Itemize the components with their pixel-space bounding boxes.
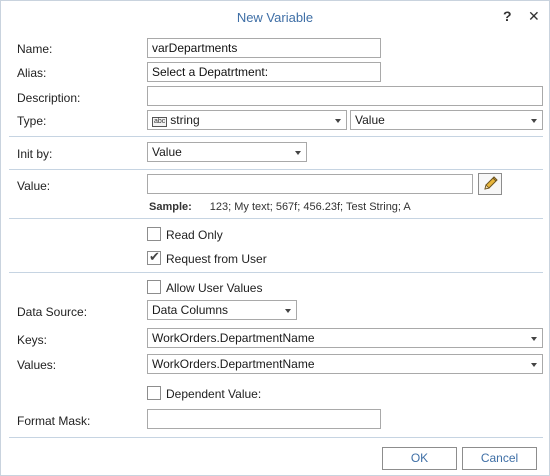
- value-label: Value:: [17, 179, 51, 193]
- type-label: Type:: [17, 114, 47, 128]
- read-only-label: Read Only: [166, 228, 223, 242]
- description-label: Description:: [17, 91, 81, 105]
- separator: [9, 437, 543, 438]
- separator: [9, 218, 543, 219]
- ok-button[interactable]: OK: [382, 447, 457, 470]
- alias-field[interactable]: Select a Depatrtment:: [147, 62, 381, 82]
- description-field[interactable]: [147, 86, 543, 106]
- dependent-value-label: Dependent Value:: [166, 387, 262, 401]
- request-from-user-checkbox[interactable]: ✔: [147, 249, 161, 265]
- type-mode-select[interactable]: Value: [350, 110, 543, 130]
- separator: [9, 272, 543, 273]
- sample-values: 123; My text; 567f; 456.23f; Test String…: [209, 201, 411, 213]
- keys-value: WorkOrders.DepartmentName: [152, 331, 315, 345]
- new-variable-dialog: New Variable ? ✕ Name: varDepartments Al…: [0, 0, 550, 476]
- pencil-icon: [484, 176, 498, 190]
- dependent-value-checkbox[interactable]: [147, 386, 161, 400]
- data-source-label: Data Source:: [17, 305, 88, 319]
- edit-value-button[interactable]: [478, 173, 502, 195]
- type-mode-value: Value: [355, 113, 385, 127]
- values-select[interactable]: WorkOrders.DepartmentName: [147, 354, 543, 374]
- type-select-value: string: [170, 113, 200, 127]
- name-label: Name:: [17, 42, 53, 56]
- read-only-checkbox[interactable]: [147, 227, 161, 241]
- type-select[interactable]: abc string: [147, 110, 347, 130]
- cancel-button[interactable]: Cancel: [462, 447, 537, 470]
- alias-label: Alias:: [17, 66, 47, 80]
- chevron-down-icon: [531, 119, 537, 123]
- checkmark-icon: ✔: [149, 249, 160, 264]
- request-from-user-label: Request from User: [166, 252, 267, 266]
- close-icon[interactable]: ✕: [528, 8, 540, 25]
- keys-label: Keys:: [17, 333, 48, 347]
- sample-text: Sample: 123; My text; 567f; 456.23f; Test…: [149, 201, 411, 213]
- format-mask-field[interactable]: [147, 409, 381, 429]
- value-field[interactable]: [147, 174, 473, 194]
- name-field[interactable]: varDepartments: [147, 38, 381, 58]
- values-value: WorkOrders.DepartmentName: [152, 357, 315, 371]
- separator: [9, 136, 543, 137]
- help-icon[interactable]: ?: [503, 8, 512, 24]
- dialog-title: New Variable: [236, 10, 314, 25]
- data-source-value: Data Columns: [152, 303, 229, 317]
- init-by-select[interactable]: Value: [147, 142, 307, 162]
- title-bar: New Variable ? ✕: [1, 1, 549, 33]
- chevron-down-icon: [531, 363, 537, 367]
- values-label: Values:: [17, 358, 57, 372]
- keys-select[interactable]: WorkOrders.DepartmentName: [147, 328, 543, 348]
- separator: [9, 169, 543, 170]
- format-mask-label: Format Mask:: [17, 414, 91, 428]
- string-type-icon: abc: [152, 117, 168, 127]
- data-source-select[interactable]: Data Columns: [147, 300, 297, 320]
- init-by-value: Value: [152, 145, 182, 159]
- sample-label: Sample:: [149, 201, 192, 213]
- chevron-down-icon: [295, 151, 301, 155]
- chevron-down-icon: [531, 337, 537, 341]
- init-by-label: Init by:: [17, 147, 53, 161]
- allow-user-values-checkbox[interactable]: [147, 280, 161, 294]
- chevron-down-icon: [335, 119, 341, 123]
- chevron-down-icon: [285, 309, 291, 313]
- allow-user-values-label: Allow User Values: [166, 281, 263, 295]
